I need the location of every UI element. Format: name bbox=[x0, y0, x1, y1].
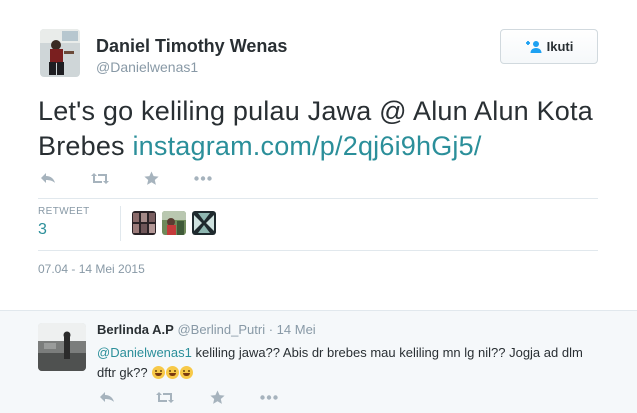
retweeter-avatar[interactable] bbox=[162, 211, 186, 235]
author-avatar[interactable] bbox=[40, 29, 80, 77]
retweet-icon[interactable] bbox=[155, 387, 175, 407]
reply-author-avatar[interactable] bbox=[38, 323, 86, 371]
reply-timestamp[interactable]: 14 Mei bbox=[277, 322, 316, 337]
retweet-icon[interactable] bbox=[90, 168, 110, 188]
joy-emoji-icon bbox=[180, 366, 194, 379]
tweet-actions bbox=[38, 168, 213, 188]
tweet-timestamp[interactable]: 07.04 - 14 Mei 2015 bbox=[38, 262, 145, 276]
retweet-count[interactable]: 3 bbox=[38, 221, 47, 239]
tweet-text: Let's go keliling pulau Jawa @ Alun Alun… bbox=[38, 94, 618, 164]
follow-button-label: Ikuti bbox=[546, 39, 574, 54]
stats-separator bbox=[120, 206, 121, 241]
reply-mention-link[interactable]: @Danielwenas1 bbox=[97, 345, 192, 360]
reply-actions bbox=[97, 387, 279, 407]
author-name[interactable]: Daniel Timothy Wenas bbox=[96, 36, 287, 57]
reply-icon[interactable] bbox=[38, 168, 58, 188]
retweeter-avatars bbox=[132, 211, 216, 235]
author-handle[interactable]: @Danielwenas1 bbox=[96, 59, 198, 75]
reply-author-handle[interactable]: @Berlind_Putri bbox=[177, 322, 265, 337]
reply-header: Berlinda A.P @Berlind_Putri · 14 Mei bbox=[97, 322, 316, 337]
retweet-stat-label: RETWEET bbox=[38, 206, 90, 217]
reply-icon[interactable] bbox=[97, 387, 117, 407]
reply-text: @Danielwenas1 keliling jawa?? Abis dr br… bbox=[97, 343, 597, 383]
more-dots-icon[interactable] bbox=[259, 387, 279, 407]
follow-button[interactable]: Ikuti bbox=[500, 29, 598, 64]
reply-tweet: Berlinda A.P @Berlind_Putri · 14 Mei @Da… bbox=[0, 310, 637, 413]
tweet-link[interactable]: instagram.com/p/2qj6i9hGj5/ bbox=[132, 131, 481, 161]
divider bbox=[38, 198, 598, 199]
sweat-smile-emoji-icon bbox=[166, 366, 180, 379]
reply-separator: · bbox=[268, 322, 274, 337]
main-tweet: Daniel Timothy Wenas @Danielwenas1 Ikuti… bbox=[0, 0, 637, 309]
divider bbox=[38, 250, 598, 251]
favorite-star-icon[interactable] bbox=[141, 168, 161, 188]
reply-author-name[interactable]: Berlinda A.P bbox=[97, 322, 174, 337]
favorite-star-icon[interactable] bbox=[207, 387, 227, 407]
more-dots-icon[interactable] bbox=[193, 168, 213, 188]
grinning-emoji-icon bbox=[152, 366, 166, 379]
retweeter-avatar[interactable] bbox=[132, 211, 156, 235]
retweeter-avatar[interactable] bbox=[192, 211, 216, 235]
follow-person-plus-icon bbox=[525, 40, 543, 54]
